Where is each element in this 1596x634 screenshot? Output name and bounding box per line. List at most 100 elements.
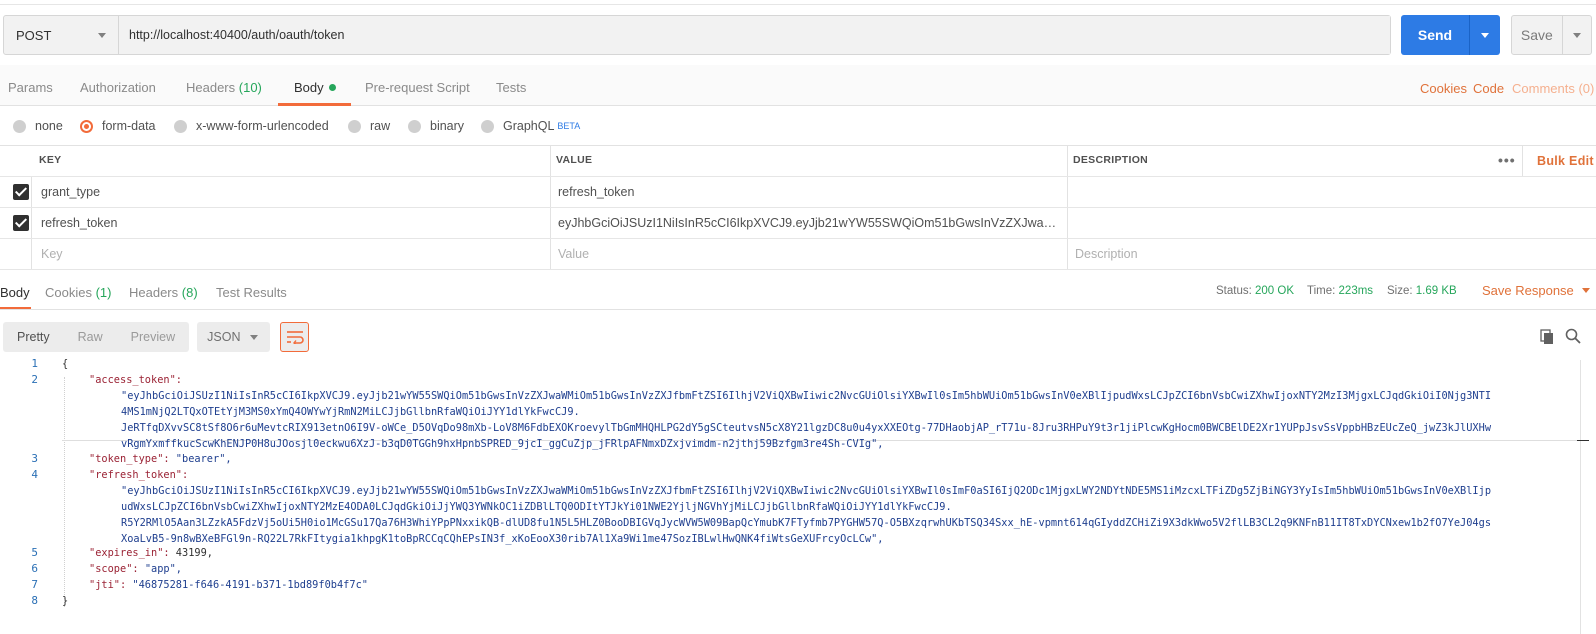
more-options-icon[interactable]: ••• xyxy=(1498,153,1516,167)
line-number: 2 xyxy=(31,373,38,386)
new-description-input[interactable]: Description xyxy=(1075,239,1138,269)
radio-binary-label: binary xyxy=(430,119,465,133)
radio-form-data[interactable]: form-data xyxy=(80,118,156,134)
tab-authorization[interactable]: Authorization xyxy=(80,65,156,106)
view-raw-button[interactable]: Raw xyxy=(64,322,117,352)
line-number: 5 xyxy=(31,546,38,559)
time-value: 223ms xyxy=(1338,285,1374,297)
send-dropdown[interactable] xyxy=(1469,15,1500,55)
new-key-input[interactable]: Key xyxy=(41,239,63,269)
json-string: vRgmYxmffkucScwKhENJP0H8uJOosjl0eckwu6Xz… xyxy=(121,438,884,450)
tab-tests[interactable]: Tests xyxy=(496,65,526,106)
response-tab-cookies[interactable]: Cookies (1) xyxy=(45,272,111,309)
status-label: Status: xyxy=(1216,285,1252,297)
format-select[interactable]: JSON xyxy=(197,322,271,352)
line-number: 6 xyxy=(31,562,38,575)
table-row-new: Key Value Description xyxy=(0,239,1596,270)
send-button[interactable]: Send xyxy=(1401,15,1500,55)
column-description: DESCRIPTION xyxy=(1073,154,1149,166)
column-divider xyxy=(31,239,32,269)
radio-circle-icon xyxy=(13,119,26,133)
column-divider xyxy=(31,177,32,207)
radio-circle-icon xyxy=(174,119,187,133)
save-button[interactable]: Save xyxy=(1511,15,1592,55)
size-value: 1.69 KB xyxy=(1415,285,1457,297)
param-value[interactable]: refresh_token xyxy=(558,177,1058,207)
save-label: Save xyxy=(1520,27,1553,43)
radio-circle-icon xyxy=(481,119,494,133)
row-checkbox[interactable] xyxy=(13,215,29,231)
chevron-down-icon xyxy=(250,334,259,340)
top-divider xyxy=(0,4,1596,5)
radio-graphql[interactable]: GraphQL BETA xyxy=(481,118,580,134)
response-tab-headers[interactable]: Headers (8) xyxy=(129,272,198,309)
wrap-lines-button[interactable] xyxy=(280,322,310,352)
tab-prerequest-label: Pre-request Script xyxy=(365,80,470,95)
code-link[interactable]: Code xyxy=(1473,65,1504,106)
save-response-label: Save Response xyxy=(1482,283,1574,298)
radio-circle-icon xyxy=(408,119,421,133)
copy-icon[interactable] xyxy=(1540,329,1555,345)
bulk-edit-link[interactable]: Bulk Edit xyxy=(1537,146,1594,176)
url-input[interactable]: http://localhost:40400/auth/oauth/token xyxy=(119,16,1390,54)
line-number: 8 xyxy=(31,594,38,607)
param-key[interactable]: grant_type xyxy=(41,177,541,207)
tab-headers-label: Headers xyxy=(186,80,236,95)
row-checkbox[interactable] xyxy=(13,184,29,200)
response-tab-headers-label: Headers xyxy=(129,285,179,300)
radio-urlencoded[interactable]: x-www-form-urlencoded xyxy=(174,118,329,134)
column-divider xyxy=(31,208,32,238)
save-response-button[interactable]: Save Response xyxy=(1482,272,1590,310)
tab-prerequest-script[interactable]: Pre-request Script xyxy=(365,65,470,106)
chevron-down-icon xyxy=(98,32,106,38)
json-string: 4MS1mNjQ2LTQxOTEtYjM3MS0xYmQ4OWYwYjRmN2M… xyxy=(121,406,580,418)
tab-params-label: Params xyxy=(8,80,53,95)
new-value-input[interactable]: Value xyxy=(558,239,589,269)
search-icon[interactable] xyxy=(1565,328,1581,344)
wrap-lines-icon xyxy=(286,331,304,344)
view-pretty-button[interactable]: Pretty xyxy=(3,322,64,352)
table-row: refresh_token eyJhbGciOiJSUzI1NiIsInR5cC… xyxy=(0,208,1596,239)
line-number: 1 xyxy=(31,357,38,370)
view-mode-group: Pretty Raw Preview xyxy=(3,322,190,352)
radio-none[interactable]: none xyxy=(13,118,63,134)
status-value: 200 OK xyxy=(1255,285,1295,297)
method-label: POST xyxy=(16,27,52,43)
tab-body[interactable]: Body xyxy=(278,65,351,106)
tab-headers[interactable]: Headers (10) xyxy=(186,65,262,106)
comments-link[interactable]: Comments (0) xyxy=(1512,65,1594,106)
radio-binary[interactable]: binary xyxy=(408,118,464,134)
size-label: Size: xyxy=(1387,285,1413,297)
column-divider xyxy=(550,239,551,269)
time-indicator: Time: 223ms xyxy=(1307,272,1373,310)
cookies-link[interactable]: Cookies xyxy=(1420,65,1467,106)
view-preview-button[interactable]: Preview xyxy=(117,322,189,352)
code-line: "jti": "46875281-f646-4191-b371-1bd89f0b… xyxy=(89,577,368,593)
radio-raw[interactable]: raw xyxy=(348,118,390,134)
response-tab-body[interactable]: Body xyxy=(0,272,31,309)
json-key: "scope": xyxy=(89,563,139,575)
method-select[interactable]: POST xyxy=(4,16,119,54)
line-number: 4 xyxy=(31,468,38,481)
json-string: "eyJhbGciOiJSUzI1NiIsInR5cCI6IkpXVCJ9.ey… xyxy=(121,485,1492,497)
save-dropdown[interactable] xyxy=(1561,16,1591,54)
code-scrollbar[interactable] xyxy=(1580,360,1581,634)
code-line: "scope": "app", xyxy=(89,561,182,577)
line-number: 7 xyxy=(31,578,38,591)
response-toolbar: Pretty Raw Preview JSON xyxy=(3,322,310,352)
request-tabs: Params Authorization Headers (10) Body P… xyxy=(0,65,1596,106)
tab-headers-count: (10) xyxy=(238,80,262,95)
param-key[interactable]: refresh_token xyxy=(41,208,541,238)
table-row: grant_type refresh_token xyxy=(0,177,1596,208)
radio-graphql-label: GraphQL xyxy=(503,119,555,133)
response-tab-test-results[interactable]: Test Results xyxy=(216,272,287,309)
column-divider xyxy=(550,177,551,207)
param-value[interactable]: eyJhbGciOiJSUzI1NiIsInR5cCI6IkpXVCJ9.eyJ… xyxy=(558,208,1058,238)
radio-none-label: none xyxy=(35,119,63,133)
json-number: 43199, xyxy=(175,547,213,559)
chevron-down-icon xyxy=(1481,32,1489,38)
status-indicator: Status: 200 OK xyxy=(1216,272,1294,310)
tab-params[interactable]: Params xyxy=(8,65,53,106)
json-key: "token_type": xyxy=(89,453,170,465)
radio-raw-label: raw xyxy=(370,119,391,133)
